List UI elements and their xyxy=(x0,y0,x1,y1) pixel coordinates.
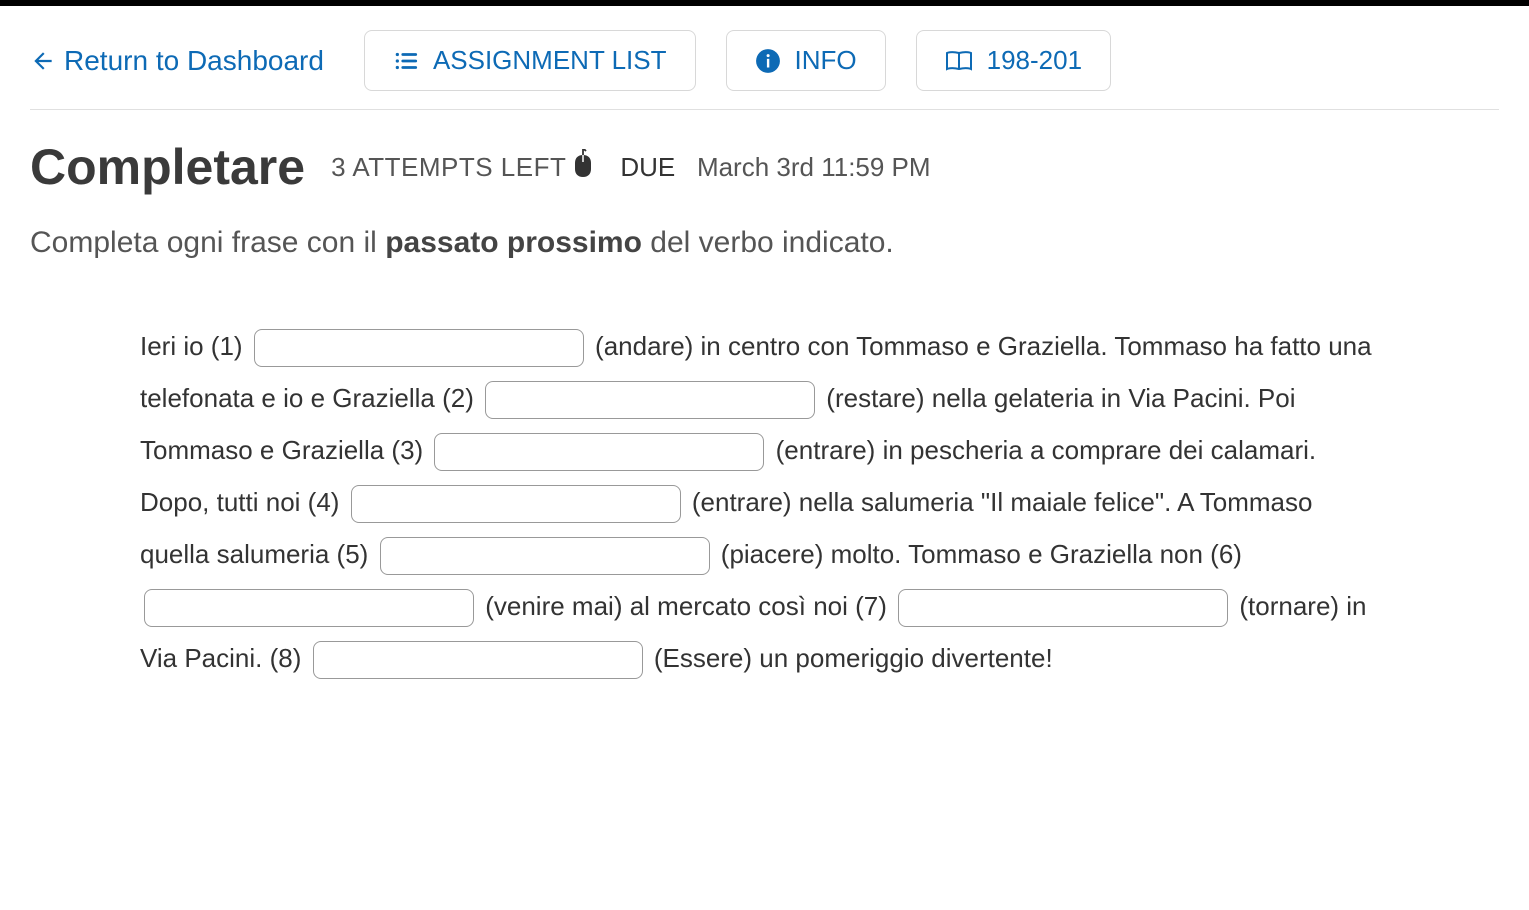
blank-input-8[interactable] xyxy=(313,641,643,679)
due-datetime: March 3rd 11:59 PM xyxy=(697,152,931,182)
blank-input-5[interactable] xyxy=(380,537,710,575)
pages-label: 198-201 xyxy=(987,45,1082,76)
pages-button[interactable]: 198-201 xyxy=(916,30,1111,91)
book-icon xyxy=(945,50,973,72)
attempts-left: 3 ATTEMPTS LEFT xyxy=(331,152,594,183)
header-row: Return to Dashboard ASSIGNMENT LIST INFO… xyxy=(30,6,1499,110)
arrow-left-icon xyxy=(30,48,56,74)
blank-input-1[interactable] xyxy=(254,329,584,367)
list-icon xyxy=(393,48,419,74)
title-row: Completare 3 ATTEMPTS LEFT DUE March 3rd… xyxy=(30,138,1499,196)
text-segment: (piacere) molto. Tommaso e Graziella non… xyxy=(714,539,1242,569)
text-segment: Ieri io (1) xyxy=(140,331,250,361)
blank-input-3[interactable] xyxy=(434,433,764,471)
instructions-bold: passato prossimo xyxy=(385,226,642,259)
instructions-pre: Completa ogni frase con il xyxy=(30,226,385,259)
info-icon xyxy=(755,48,781,74)
attempts-text: 3 ATTEMPTS LEFT xyxy=(331,152,566,183)
text-segment: (venire mai) al mercato così noi (7) xyxy=(478,591,894,621)
mouse-icon xyxy=(572,149,594,177)
return-label: Return to Dashboard xyxy=(64,45,324,77)
assignment-list-button[interactable]: ASSIGNMENT LIST xyxy=(364,30,696,91)
main-content: Completare 3 ATTEMPTS LEFT DUE March 3rd… xyxy=(0,110,1529,684)
due-label: DUE xyxy=(620,152,675,182)
assignment-list-label: ASSIGNMENT LIST xyxy=(433,45,667,76)
instructions: Completa ogni frase con il passato pross… xyxy=(30,226,1499,260)
blank-input-4[interactable] xyxy=(351,485,681,523)
assignment-title: Completare xyxy=(30,138,305,196)
blank-input-6[interactable] xyxy=(144,589,474,627)
due-block: DUE March 3rd 11:59 PM xyxy=(620,152,930,183)
info-button[interactable]: INFO xyxy=(726,30,886,91)
text-segment: (Essere) un pomeriggio divertente! xyxy=(647,643,1053,673)
blank-input-7[interactable] xyxy=(898,589,1228,627)
info-label: INFO xyxy=(795,45,857,76)
exercise-paragraph: Ieri io (1) (andare) in centro con Tomma… xyxy=(140,320,1389,684)
blank-input-2[interactable] xyxy=(485,381,815,419)
return-to-dashboard-link[interactable]: Return to Dashboard xyxy=(30,45,324,77)
instructions-post: del verbo indicato. xyxy=(642,226,894,259)
